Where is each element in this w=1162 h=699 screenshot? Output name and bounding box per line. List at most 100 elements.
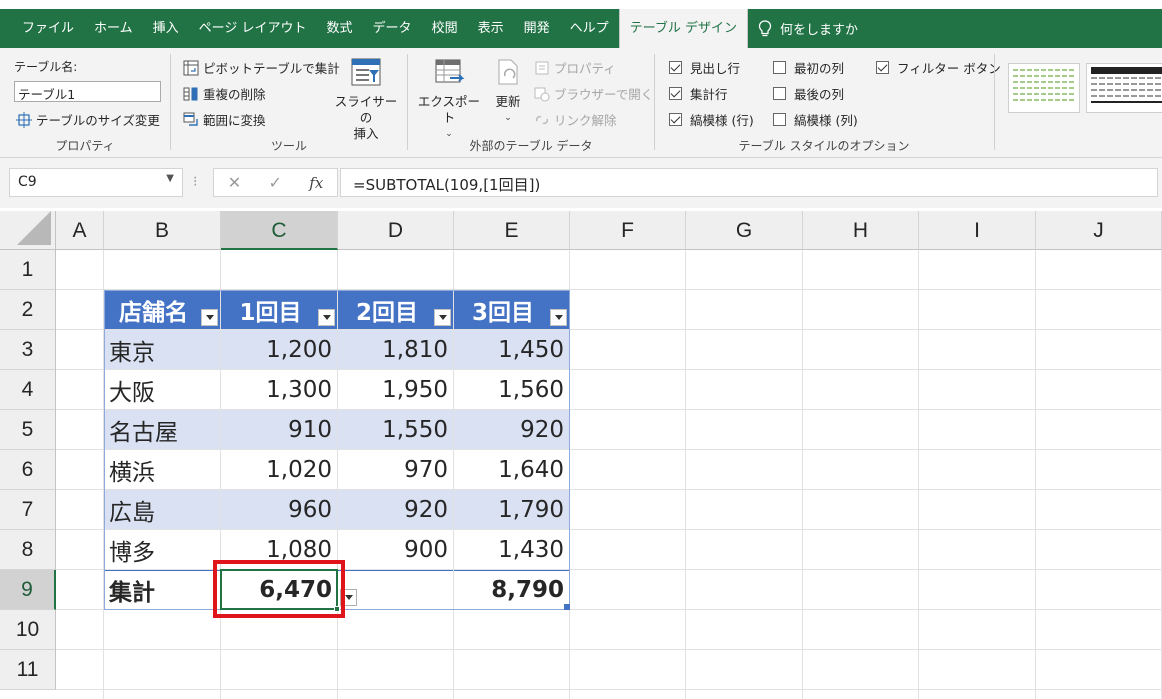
store-name-cell[interactable]: 広島 (104, 490, 220, 529)
row-header-7[interactable]: 7 (0, 490, 56, 530)
value-cell[interactable]: 910 (221, 410, 337, 449)
header-row-label: 見出し行 (690, 61, 741, 76)
row-header-8[interactable]: 8 (0, 530, 56, 570)
gridline-vertical (918, 250, 919, 699)
table-style-green[interactable] (1008, 63, 1080, 113)
row-header-10[interactable]: 10 (0, 610, 56, 650)
value-cell[interactable]: 1,640 (454, 450, 569, 489)
tab-help[interactable]: ヘルプ (560, 9, 619, 48)
pivot-summary-button[interactable]: ピボットテーブルで集計 (183, 58, 340, 77)
filter-dropdown-icon[interactable] (318, 309, 335, 326)
select-all-button[interactable] (0, 211, 56, 250)
formula-bar-grip[interactable]: ⁝ (193, 174, 197, 190)
cancel-icon[interactable]: ✕ (228, 173, 241, 192)
filter-dropdown-icon[interactable] (434, 309, 451, 326)
tab-review[interactable]: 校閲 (422, 9, 468, 48)
total-row-label: 集計行 (690, 87, 728, 102)
value-cell[interactable]: 1,790 (454, 490, 569, 529)
value-cell[interactable]: 1,950 (338, 370, 453, 409)
tab-insert[interactable]: 挿入 (143, 9, 189, 48)
column-header-i[interactable]: I (919, 211, 1036, 250)
value-cell[interactable]: 970 (338, 450, 453, 489)
external-properties-button[interactable]: プロパティ (534, 58, 616, 77)
tab-page-layout[interactable]: ページ レイアウト (189, 9, 317, 48)
header-row-checkbox[interactable]: 見出し行 (669, 58, 740, 77)
column-header-b[interactable]: B (104, 211, 221, 250)
store-name-cell[interactable]: 横浜 (104, 450, 220, 489)
checkbox (669, 113, 682, 126)
insert-slicer-button[interactable]: スライサーの 挿入 (331, 56, 401, 142)
row-header-6[interactable]: 6 (0, 450, 56, 490)
row-header-11[interactable]: 11 (0, 650, 56, 690)
total-row-cell[interactable]: 8,790 (454, 570, 569, 609)
value-cell[interactable]: 920 (338, 490, 453, 529)
enter-icon[interactable]: ✓ (268, 173, 281, 192)
pivot-table-icon (183, 60, 199, 75)
convert-range-button[interactable]: 範囲に変換 (183, 110, 266, 129)
store-name-cell[interactable]: 名古屋 (104, 410, 220, 449)
tab-file[interactable]: ファイル (12, 9, 84, 48)
export-button[interactable]: エクスポート ⌄ (414, 58, 484, 142)
chevron-down-icon[interactable]: ▼ (166, 173, 174, 184)
table-name-input[interactable]: テーブル1 (14, 81, 161, 102)
value-cell[interactable]: 1,810 (338, 330, 453, 369)
column-header-f[interactable]: F (570, 211, 686, 250)
column-header-a[interactable]: A (56, 211, 104, 250)
column-header-h[interactable]: H (803, 211, 919, 250)
column-header-e[interactable]: E (454, 211, 570, 250)
tab-developer[interactable]: 開発 (514, 9, 560, 48)
column-header-g[interactable]: G (686, 211, 803, 250)
name-box[interactable]: C9 ▼ (9, 168, 183, 197)
tab-formulas[interactable]: 数式 (317, 9, 363, 48)
row-header-2[interactable]: 2 (0, 290, 56, 330)
filter-button-checkbox[interactable]: フィルター ボタン (876, 58, 1001, 77)
row-header-4[interactable]: 4 (0, 370, 56, 410)
formula-input[interactable]: =SUBTOTAL(109,[1回目]) (340, 168, 1158, 197)
banded-rows-checkbox[interactable]: 縞模様 (行) (669, 110, 754, 129)
filter-dropdown-icon[interactable] (201, 309, 218, 326)
filter-dropdown-icon[interactable] (550, 309, 567, 326)
unlink-button[interactable]: リンク解除 (534, 110, 617, 129)
tab-home[interactable]: ホーム (84, 9, 143, 48)
tab-data[interactable]: データ (363, 9, 422, 48)
value-cell[interactable]: 1,300 (221, 370, 337, 409)
refresh-label: 更新 (495, 94, 521, 109)
value-cell[interactable]: 920 (454, 410, 569, 449)
tell-me-search[interactable]: 何をしますか (758, 19, 858, 38)
group-style-options: 見出し行 集計行 縞模様 (行) 最初の列 最後の列 縞模様 (列) フィルター… (655, 48, 1001, 158)
column-header-j[interactable]: J (1036, 211, 1162, 250)
value-cell[interactable]: 1,430 (454, 530, 569, 569)
banded-columns-checkbox[interactable]: 縞模様 (列) (773, 110, 858, 129)
refresh-button[interactable]: 更新 ⌄ (486, 58, 530, 126)
value-cell[interactable]: 1,020 (221, 450, 337, 489)
row-header-9[interactable]: 9 (0, 570, 56, 610)
value-cell[interactable]: 1,200 (221, 330, 337, 369)
chevron-down-icon: ⌄ (504, 113, 512, 123)
column-header-c[interactable]: C (221, 211, 338, 250)
total-row-cell[interactable]: 集計 (104, 570, 220, 609)
last-column-checkbox[interactable]: 最後の列 (773, 84, 844, 103)
insert-function-icon[interactable]: fx (309, 174, 323, 192)
store-name-cell[interactable]: 博多 (104, 530, 220, 569)
row-header-3[interactable]: 3 (0, 330, 56, 370)
value-cell[interactable]: 900 (338, 530, 453, 569)
remove-duplicates-button[interactable]: 重複の削除 (183, 84, 266, 103)
value-cell[interactable]: 1,450 (454, 330, 569, 369)
value-cell[interactable]: 1,560 (454, 370, 569, 409)
first-column-checkbox[interactable]: 最初の列 (773, 58, 844, 77)
table-style-dark[interactable] (1086, 63, 1162, 113)
checkbox (876, 61, 889, 74)
total-row-checkbox[interactable]: 集計行 (669, 84, 728, 103)
open-in-browser-button[interactable]: ブラウザーで開く (534, 84, 653, 103)
resize-table-button[interactable]: テーブルのサイズ変更 (16, 110, 160, 129)
value-cell[interactable]: 1,550 (338, 410, 453, 449)
tab-view[interactable]: 表示 (468, 9, 514, 48)
store-name-cell[interactable]: 大阪 (104, 370, 220, 409)
table-resize-handle[interactable] (564, 604, 570, 610)
row-header-1[interactable]: 1 (0, 250, 56, 290)
column-header-d[interactable]: D (338, 211, 454, 250)
row-header-5[interactable]: 5 (0, 410, 56, 450)
store-name-cell[interactable]: 東京 (104, 330, 220, 369)
value-cell[interactable]: 960 (221, 490, 337, 529)
tab-table-design[interactable]: テーブル デザイン (618, 9, 748, 48)
